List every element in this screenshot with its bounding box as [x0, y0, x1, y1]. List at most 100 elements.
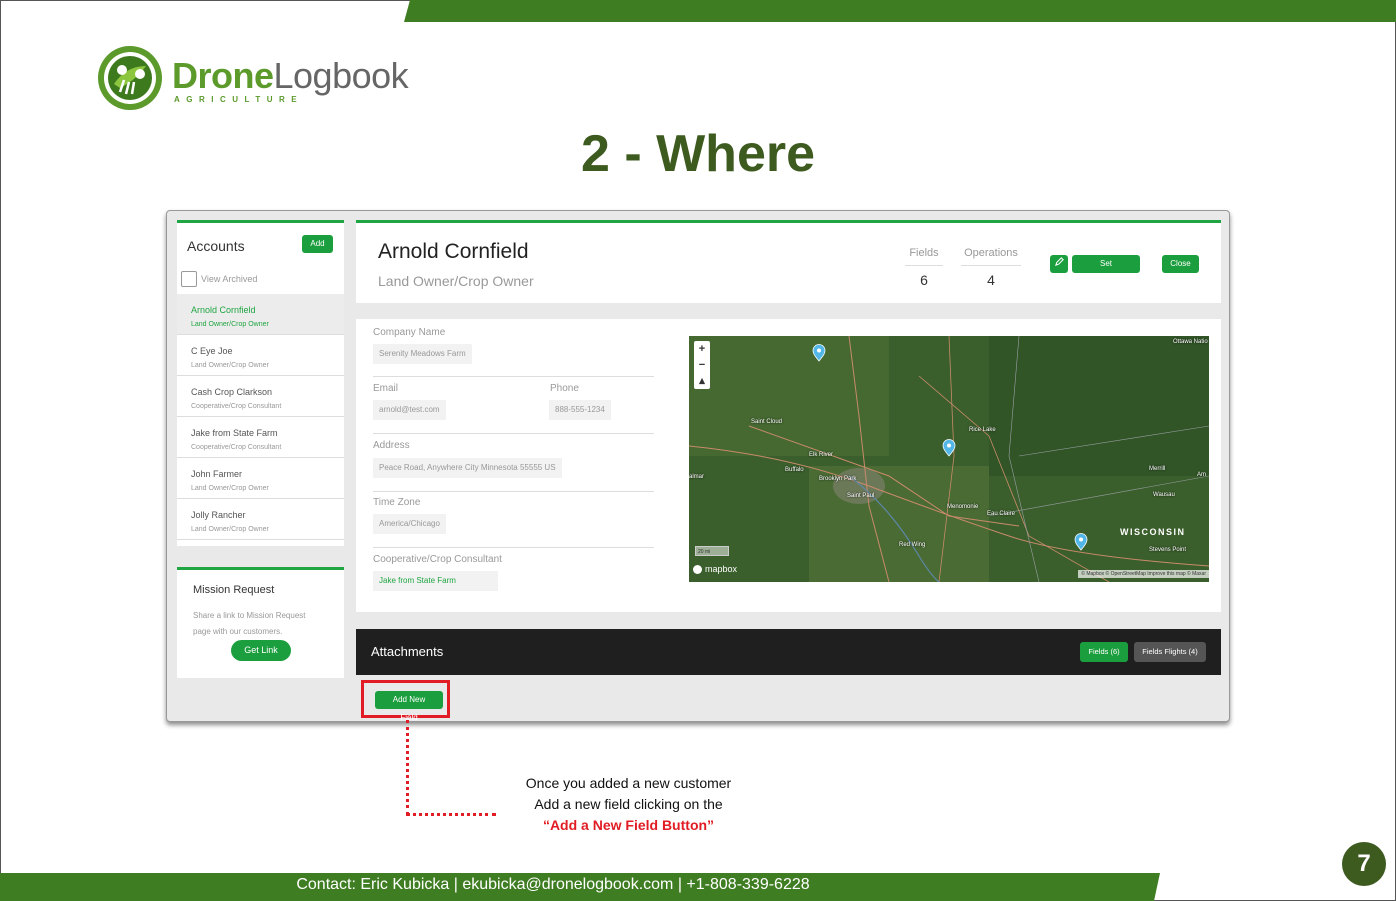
mission-request-panel: Mission Request Share a link to Mission … — [177, 567, 344, 678]
consultant-link[interactable]: Jake from State Farm — [373, 571, 498, 591]
divider — [373, 433, 654, 434]
divider — [373, 547, 654, 548]
company-field[interactable]: Serenity Meadows Farm — [373, 344, 472, 364]
map-label: Buffalo — [785, 467, 804, 473]
account-role: Land Owner/Crop Owner — [191, 526, 269, 533]
contact-info: Contact: Eric Kubicka | ekubicka@dronelo… — [296, 876, 810, 893]
compass-button[interactable]: ▴ — [694, 373, 710, 389]
map-state-label: WISCONSIN — [1120, 527, 1186, 537]
logo-word-logbook: Logbook — [273, 55, 409, 96]
stat-label: Fields — [905, 247, 943, 266]
account-name: Jake from State Farm — [191, 428, 278, 438]
account-role: Cooperative/Crop Consultant — [191, 403, 282, 410]
phone-label: Phone — [550, 383, 579, 394]
account-role: Land Owner/Crop Owner — [191, 321, 269, 328]
add-account-button[interactable]: Add — [302, 235, 333, 253]
accounts-title: Accounts — [187, 238, 245, 254]
consultant-label: Cooperative/Crop Consultant — [373, 554, 502, 565]
view-archived-checkbox[interactable] — [181, 271, 197, 287]
map-label: Menomonie — [947, 504, 979, 510]
timezone-label: Time Zone — [373, 497, 421, 508]
account-role: Cooperative/Crop Consultant — [191, 444, 282, 451]
email-label: Email — [373, 383, 399, 394]
account-item-jolly-rancher[interactable]: Jolly Rancher Land Owner/Crop Owner — [177, 499, 344, 540]
app-screenshot: Accounts Add View Archived Arnold Cornfi… — [166, 210, 1230, 722]
map-label: Rice Lake — [969, 427, 996, 433]
stat-label: Operations — [961, 247, 1021, 266]
stat-value: 6 — [920, 272, 928, 288]
map-label: Brooklyn Park — [819, 476, 857, 482]
timezone-field[interactable]: America/Chicago — [373, 514, 446, 534]
note-line-1: Once you added a new customer — [525, 775, 732, 791]
account-name: Jolly Rancher — [191, 510, 246, 520]
map-scale-bar: 20 mi — [695, 546, 729, 556]
fields-map[interactable]: + − ▴ Saint Cloud Elk River Buffalo Broo… — [689, 336, 1209, 582]
logo-wordmark: DroneLogbook — [172, 55, 409, 96]
stat-operations: Operations 4 — [961, 247, 1021, 288]
attachments-bar: Attachments Fields (6) Fields Flights (4… — [356, 629, 1221, 675]
tab-fields[interactable]: Fields (6) — [1080, 642, 1128, 662]
customer-details-panel: Company Name Serenity Meadows Farm Email… — [356, 319, 1221, 612]
account-name: John Farmer — [191, 469, 243, 479]
map-marker-icon[interactable] — [1074, 533, 1088, 551]
divider — [373, 376, 654, 377]
slide-title: 2 - Where — [580, 125, 816, 183]
zoom-out-button[interactable]: − — [694, 357, 710, 373]
top-accent-bar — [404, 0, 1396, 22]
logo-word-drone: Drone — [172, 55, 274, 96]
map-attribution[interactable]: © Mapbox © OpenStreetMap Improve this ma… — [1078, 570, 1209, 578]
mapbox-icon — [693, 564, 702, 574]
pencil-icon — [1054, 257, 1064, 266]
account-item-cash-crop-clarkson[interactable]: Cash Crop Clarkson Cooperative/Crop Cons… — [177, 376, 344, 417]
customer-header-panel: Arnold Cornfield Land Owner/Crop Owner F… — [356, 220, 1221, 303]
map-label: Wausau — [1153, 492, 1175, 498]
address-field[interactable]: Peace Road, Anywhere City Minnesota 5555… — [373, 458, 562, 478]
email-field[interactable]: arnold@test.com — [373, 400, 446, 420]
set-consultant-button[interactable]: Set Consultant — [1072, 255, 1140, 286]
account-name: Arnold Cornfield — [191, 305, 256, 315]
map-label: Am — [1197, 472, 1206, 478]
mapbox-text: mapbox — [705, 564, 738, 574]
note-line-3: “Add a New Field Button” — [542, 817, 715, 833]
map-marker-icon[interactable] — [942, 439, 956, 457]
note-line-2: Add a new field clicking on the — [534, 796, 723, 812]
add-new-field-button[interactable]: Add New Field — [375, 691, 443, 722]
map-label: almar — [689, 474, 705, 480]
tab-fields-flights[interactable]: Fields Flights (4) — [1134, 642, 1206, 662]
company-label: Company Name — [373, 327, 446, 338]
account-role: Land Owner/Crop Owner — [191, 362, 269, 369]
map-terrain — [689, 336, 1209, 582]
accounts-list: Arnold Cornfield Land Owner/Crop Owner C… — [177, 294, 344, 540]
phone-field[interactable]: 888-555-1234 — [549, 400, 611, 420]
account-name: C Eye Joe — [191, 346, 233, 356]
account-item-arnold-cornfield[interactable]: Arnold Cornfield Land Owner/Crop Owner — [177, 294, 344, 335]
map-label: Red Wing — [899, 542, 926, 548]
close-button[interactable]: Close — [1162, 255, 1199, 273]
account-role: Land Owner/Crop Owner — [191, 485, 269, 492]
map-label: Eau Claire — [987, 511, 1016, 517]
address-label: Address — [373, 440, 410, 451]
map-label: Ottawa Natio — [1173, 339, 1208, 345]
map-label: Stevens Point — [1149, 547, 1187, 553]
accounts-panel: Accounts Add View Archived Arnold Cornfi… — [177, 220, 344, 546]
map-marker-icon[interactable] — [812, 344, 826, 362]
mapbox-logo: mapbox — [693, 564, 737, 574]
logo-subtitle: AGRICULTURE — [174, 95, 304, 104]
edit-customer-button[interactable] — [1050, 255, 1068, 273]
zoom-in-button[interactable]: + — [694, 341, 710, 357]
map-label: Merrill — [1149, 466, 1166, 472]
map-label: Saint Paul — [847, 493, 875, 499]
callout-connector — [406, 720, 409, 815]
account-item-c-eye-joe[interactable]: C Eye Joe Land Owner/Crop Owner — [177, 335, 344, 376]
view-archived-label: View Archived — [201, 274, 258, 284]
logo: DroneLogbook AGRICULTURE — [96, 44, 416, 116]
instruction-note: Once you added a new customer Add a new … — [470, 773, 787, 836]
map-label: Elk River — [809, 452, 834, 458]
stat-value: 4 — [987, 272, 995, 288]
get-link-button[interactable]: Get Link — [231, 640, 291, 661]
divider — [373, 491, 654, 492]
mission-request-description: Share a link to Mission Request page wit… — [193, 611, 306, 636]
account-item-jake-from-state-farm[interactable]: Jake from State Farm Cooperative/Crop Co… — [177, 417, 344, 458]
view-archived-toggle[interactable]: View Archived — [181, 271, 257, 287]
account-item-john-farmer[interactable]: John Farmer Land Owner/Crop Owner — [177, 458, 344, 499]
